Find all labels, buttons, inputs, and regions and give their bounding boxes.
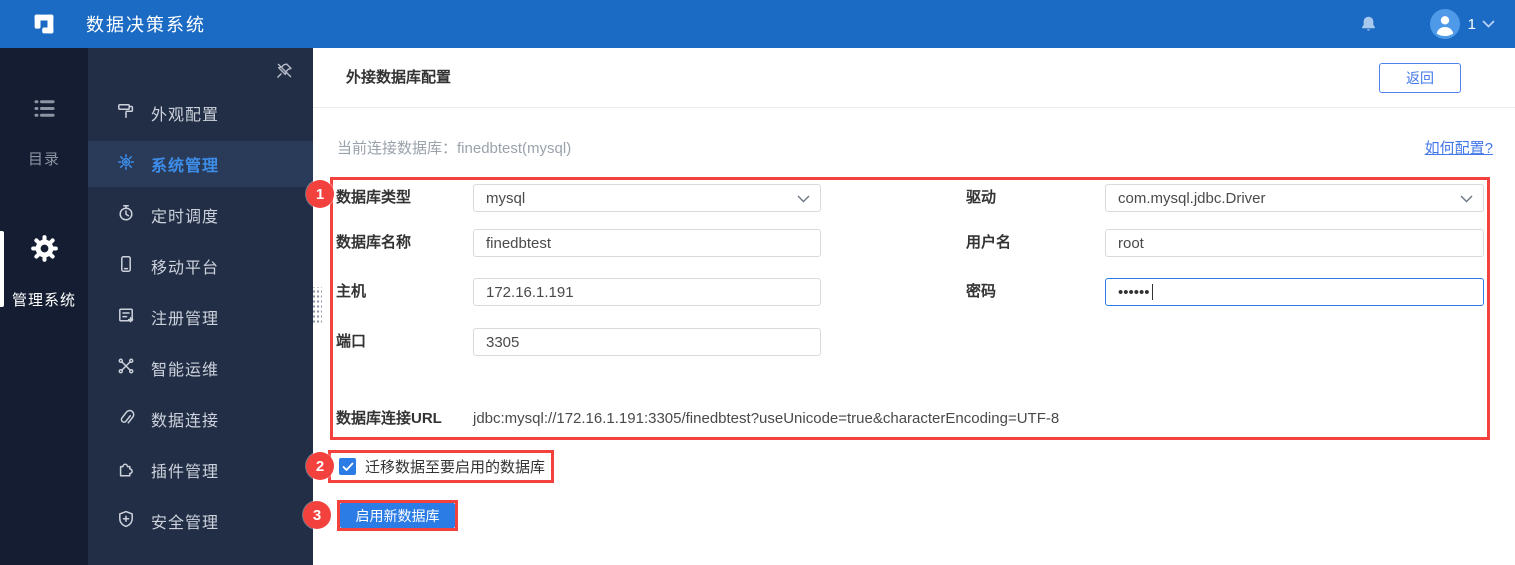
sidebar-item-label: 注册管理: [151, 311, 220, 328]
stopwatch-icon: [116, 203, 136, 228]
app-logo-icon: [30, 10, 58, 38]
sidebar-item-label: 移动平台: [151, 260, 220, 277]
unpin-icon[interactable]: [275, 61, 294, 80]
nav-rail: 目录 管理系统: [0, 48, 88, 565]
sidebar-item-appearance[interactable]: 外观配置: [88, 90, 313, 136]
sidebar: 外观配置 系统管理 定时调度 移动平台 注册管理 智能运维 数据连接 插件管理 …: [88, 48, 313, 565]
annotated-checkbox-region: 迁移数据至要启用的数据库: [328, 450, 554, 483]
notification-bell-icon[interactable]: [1359, 14, 1378, 34]
sidebar-item-registration[interactable]: 注册管理: [88, 294, 313, 340]
sidebar-item-label: 系统管理: [151, 158, 220, 175]
driver-label: 驱动: [966, 189, 997, 206]
topbar-right: 1: [1359, 0, 1495, 48]
db-type-label: 数据库类型: [336, 189, 412, 206]
page-header: 外接数据库配置 返回: [313, 48, 1515, 108]
annotation-step-2: 2: [306, 452, 334, 480]
annotated-form-region: 数据库类型 mysql 驱动 com.mysql.jdbc.Driver 数据库…: [330, 177, 1490, 440]
username-input[interactable]: [1105, 229, 1484, 257]
gear-icon: [30, 234, 59, 268]
text-caret: [1151, 284, 1153, 300]
db-name-input[interactable]: [473, 229, 821, 257]
sidebar-item-label: 定时调度: [151, 209, 220, 226]
migrate-data-label: 迁移数据至要启用的数据库: [365, 459, 546, 476]
driver-select[interactable]: com.mysql.jdbc.Driver: [1105, 184, 1484, 212]
db-type-select[interactable]: mysql: [473, 184, 821, 212]
sidebar-item-label: 插件管理: [151, 464, 220, 481]
network-icon: [116, 356, 136, 381]
host-label: 主机: [336, 283, 367, 300]
sidebar-item-data-connection[interactable]: 数据连接: [88, 396, 313, 442]
migrate-data-checkbox[interactable]: [339, 458, 356, 475]
shield-plus-icon: [116, 509, 136, 534]
annotated-button-region: 启用新数据库: [337, 500, 458, 531]
user-avatar-icon[interactable]: [1429, 9, 1460, 39]
sidebar-menu: 外观配置 系统管理 定时调度 移动平台 注册管理 智能运维 数据连接 插件管理 …: [88, 90, 313, 549]
annotation-step-3: 3: [303, 501, 331, 529]
port-label: 端口: [336, 333, 367, 350]
topbar: 数据决策系统 1: [0, 0, 1515, 48]
db-name-label: 数据库名称: [336, 234, 412, 251]
page-title: 外接数据库配置: [346, 69, 452, 86]
db-url-value: jdbc:mysql://172.16.1.191:3305/finedbtes…: [473, 410, 1060, 427]
sidebar-item-label: 安全管理: [151, 515, 220, 532]
rail-item-label: 管理系统: [11, 292, 76, 309]
main-panel: 外接数据库配置 返回 当前连接数据库：finedbtest(mysql) 如何配…: [303, 48, 1515, 565]
host-input[interactable]: [473, 278, 821, 306]
chevron-down-icon: [797, 190, 810, 207]
sidebar-item-plugin-management[interactable]: 插件管理: [88, 447, 313, 493]
chevron-down-icon[interactable]: [1482, 20, 1495, 29]
username-label: 用户名: [966, 234, 1012, 251]
register-doc-icon: [116, 305, 136, 330]
how-to-configure-link[interactable]: 如何配置?: [1425, 137, 1493, 158]
sidebar-item-scheduler[interactable]: 定时调度: [88, 192, 313, 238]
enable-new-db-button[interactable]: 启用新数据库: [340, 503, 455, 528]
port-input[interactable]: [473, 328, 821, 356]
sidebar-resize-handle[interactable]: [311, 287, 322, 325]
sidebar-item-system-management[interactable]: 系统管理: [88, 141, 313, 187]
check-icon: [342, 462, 353, 471]
paperclip-icon: [116, 407, 136, 432]
paint-roller-icon: [116, 101, 136, 126]
sidebar-item-label: 数据连接: [151, 413, 220, 430]
puzzle-icon: [116, 458, 136, 483]
mobile-icon: [116, 254, 136, 279]
sidebar-item-mobile-platform[interactable]: 移动平台: [88, 243, 313, 289]
annotation-step-1: 1: [306, 180, 334, 208]
sidebar-item-label: 智能运维: [151, 362, 220, 379]
password-input[interactable]: ••••••: [1105, 278, 1484, 306]
gear-outline-icon: [116, 152, 136, 177]
rail-item-directory[interactable]: 目录: [0, 95, 88, 169]
current-db-status: 当前连接数据库：finedbtest(mysql): [337, 140, 572, 157]
sidebar-item-intelligent-ops[interactable]: 智能运维: [88, 345, 313, 391]
rail-item-admin-system[interactable]: 管理系统: [0, 234, 88, 310]
app-title: 数据决策系统: [86, 15, 206, 35]
db-url-label: 数据库连接URL: [336, 410, 442, 427]
sidebar-item-label: 外观配置: [151, 107, 220, 124]
back-button[interactable]: 返回: [1379, 63, 1461, 93]
rail-item-label: 目录: [27, 151, 60, 168]
chevron-down-icon: [1460, 190, 1473, 207]
list-icon: [31, 95, 58, 127]
password-label: 密码: [966, 283, 997, 300]
sidebar-item-security[interactable]: 安全管理: [88, 498, 313, 544]
username-badge: 1: [1467, 15, 1476, 33]
